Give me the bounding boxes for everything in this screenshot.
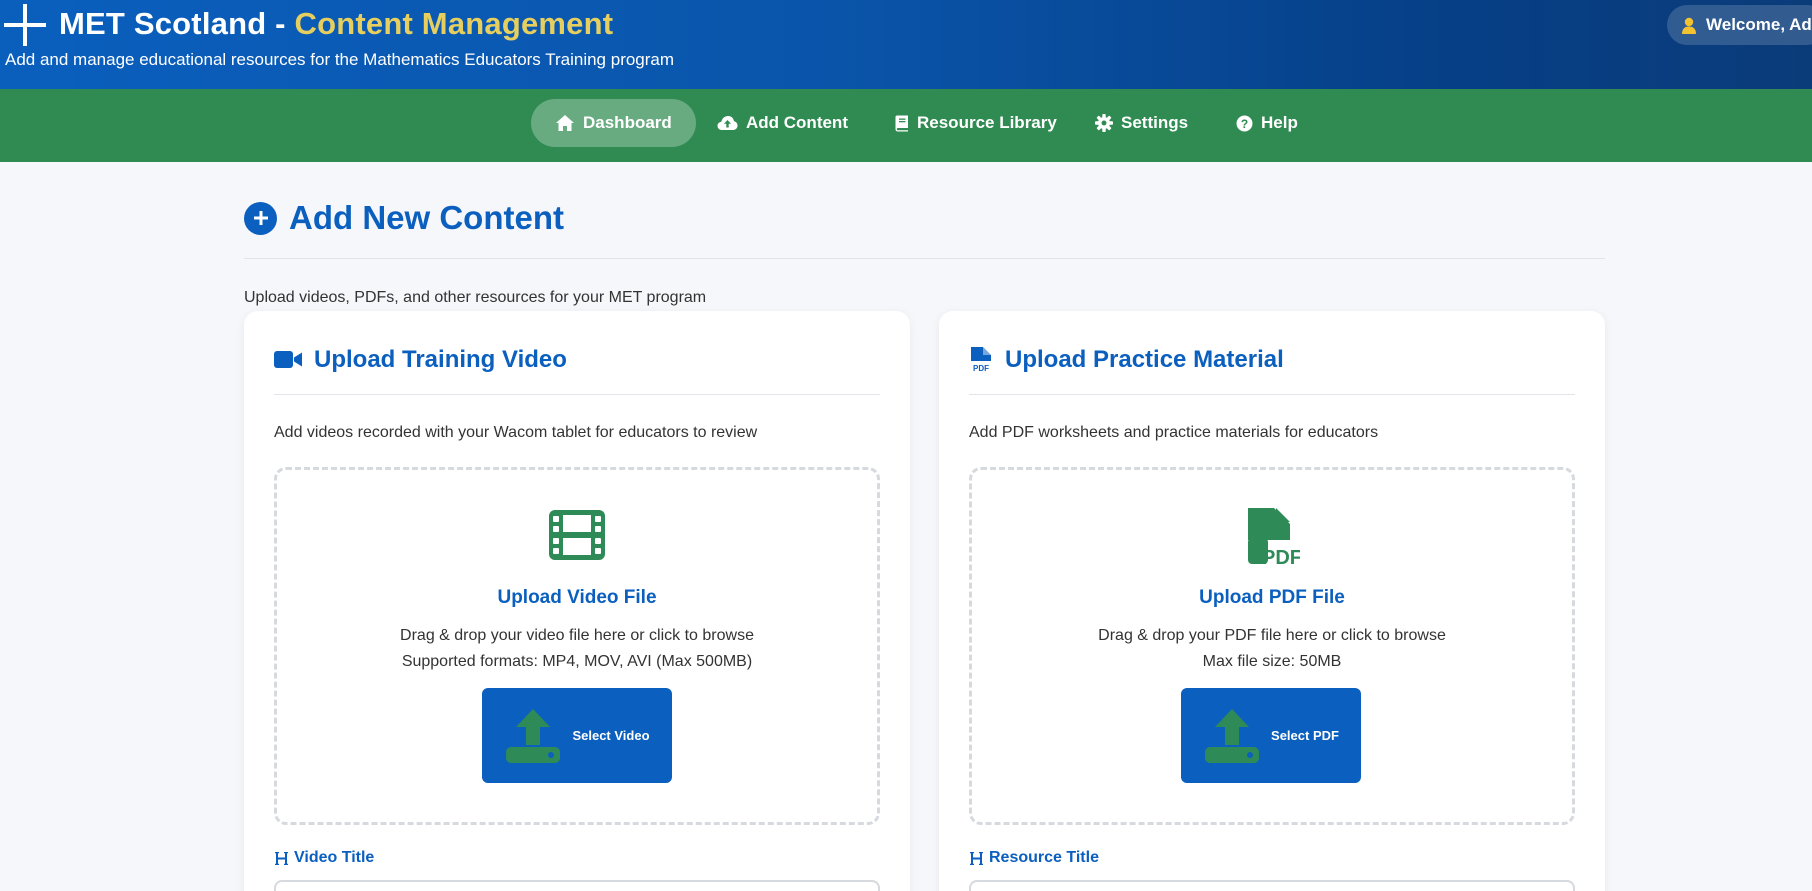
video-card-title: Upload Training Video [314,346,567,373]
app-title-accent: Content Management [294,6,614,41]
video-title-label-text: Video Title [294,849,375,866]
divider [244,258,1605,259]
question-icon: ? [1236,115,1253,131]
main-nav: Dashboard Add Content Resource Library S… [0,89,1812,162]
video-dropzone[interactable]: Upload Video File Drag & drop your video… [274,467,880,825]
svg-text:PDF: PDF [973,364,989,373]
cloud-upload-icon [717,116,738,130]
nav-dashboard[interactable]: Dashboard [531,99,696,147]
upload-icon [1205,708,1260,763]
heading-icon [275,851,288,865]
upload-icon [506,708,561,763]
plus-logo-icon [4,4,46,46]
select-video-label: Select Video [572,728,650,743]
resource-title-label-text: Resource Title [989,849,1099,866]
resource-title-input[interactable] [969,880,1575,891]
pdf-card-header: PDF Upload Practice Material [969,346,1284,374]
select-video-button[interactable]: Select Video [482,688,672,783]
video-camera-icon [274,351,302,368]
select-pdf-label: Select PDF [1271,728,1339,743]
divider [274,394,880,395]
app-header: MET Scotland - Content Management Add an… [0,0,1812,89]
video-title-label: Video Title [274,849,374,867]
video-dropzone-formats: Supported formats: MP4, MOV, AVI (Max 50… [401,653,753,670]
nav-help-label: Help [1261,113,1298,132]
page-title-text: Add New Content [289,199,564,236]
resource-title-label: Resource Title [969,849,1099,867]
film-icon [277,510,877,560]
welcome-text: Welcome, Admin [1706,15,1812,34]
pdf-card-title: Upload Practice Material [1005,346,1284,373]
page-title: Add New Content [244,199,564,237]
video-dropzone-text: Drag & drop your video file here or clic… [400,627,754,644]
app-title-main: MET Scotland - [59,6,295,41]
svg-text:PDF: PDF [1262,547,1300,566]
nav-settings-label: Settings [1121,113,1189,132]
svg-text:?: ? [1241,116,1248,130]
nav-settings[interactable]: Settings [1095,99,1188,147]
nav-help[interactable]: ? Help [1236,99,1298,147]
app-subtitle: Add and manage educational resources for… [5,50,675,69]
user-welcome-button[interactable]: Welcome, Admin [1667,5,1812,45]
divider [969,394,1575,395]
pdf-dropzone-title: Upload PDF File [1199,587,1345,608]
nav-dashboard-label: Dashboard [583,113,672,132]
pdf-file-icon: PDF [971,347,991,373]
nav-add-content[interactable]: Add Content [717,99,848,147]
nav-resource-library[interactable]: Resource Library [895,99,1057,147]
pdf-dropzone-formats: Max file size: 50MB [1202,653,1342,670]
pdf-upload-card: PDF Upload Practice Material Add PDF wor… [939,311,1605,891]
select-pdf-button[interactable]: Select PDF [1181,688,1361,783]
pdf-card-description: Add PDF worksheets and practice material… [969,424,1379,441]
nav-add-content-label: Add Content [746,113,848,132]
pdf-file-large-icon: PDF [972,508,1572,566]
video-card-description: Add videos recorded with your Wacom tabl… [274,424,758,441]
user-icon [1682,17,1696,34]
pdf-dropzone-text: Drag & drop your PDF file here or click … [1098,627,1446,644]
pdf-dropzone[interactable]: PDF Upload PDF File Drag & drop your PDF… [969,467,1575,825]
page-description: Upload videos, PDFs, and other resources… [244,289,707,306]
video-dropzone-title: Upload Video File [497,587,657,608]
plus-circle-icon [244,201,277,235]
app-title: MET Scotland - Content Management [59,6,613,42]
gear-icon [1095,114,1113,132]
heading-icon [970,851,983,865]
book-icon [895,115,908,131]
home-icon [556,115,574,131]
video-card-header: Upload Training Video [274,346,567,374]
video-title-input[interactable] [274,880,880,891]
video-upload-card: Upload Training Video Add videos recorde… [244,311,910,891]
nav-resource-library-label: Resource Library [917,113,1057,132]
